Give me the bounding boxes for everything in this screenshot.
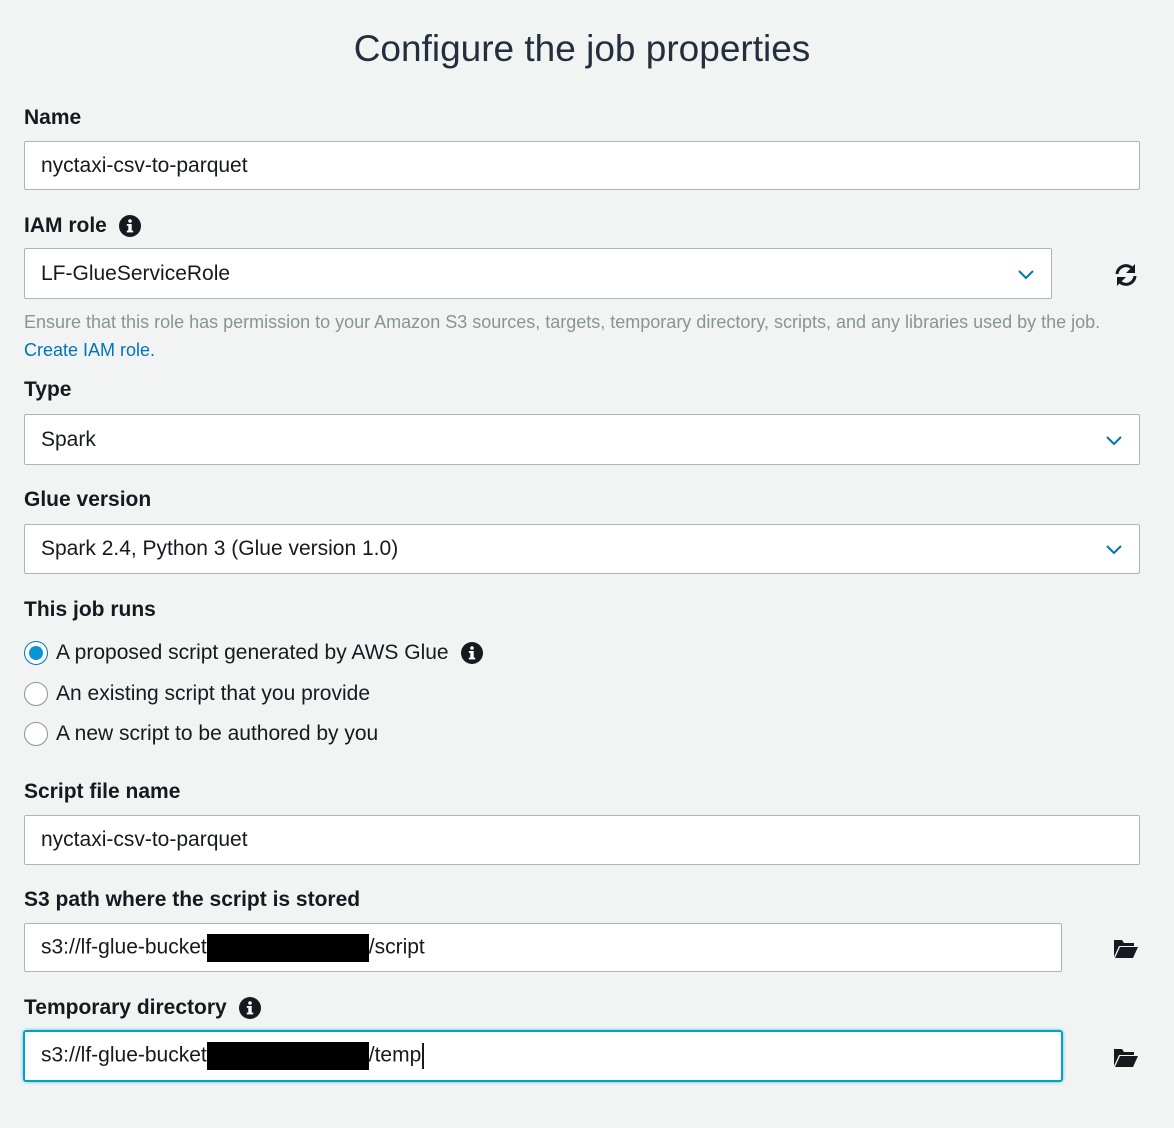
radio-button-checked[interactable] [24, 641, 48, 665]
radio-option-label: A proposed script generated by AWS Glue [56, 641, 449, 664]
page-title: Configure the job properties [353, 28, 811, 69]
type-select[interactable]: Spark [24, 414, 1140, 465]
script-file-name-input[interactable]: nyctaxi-csv-to-parquet [24, 815, 1140, 865]
radio-button[interactable] [24, 682, 48, 706]
iam-role-label: IAM role [24, 214, 141, 238]
s3-path-prefix: s3://lf-glue-bucket [41, 935, 207, 959]
s3-path-input[interactable]: s3://lf-glue-bucket/script [24, 923, 1062, 972]
temp-dir-label-text: Temporary directory [24, 996, 227, 1019]
radio-option-label: A new script to be authored by you [56, 722, 379, 745]
script-file-name-label: Script file name [24, 780, 180, 804]
s3-path-suffix: /script [368, 935, 425, 959]
info-icon[interactable] [460, 642, 483, 664]
temp-dir-input[interactable]: s3://lf-glue-bucket/temp [24, 1031, 1062, 1081]
name-input[interactable]: nyctaxi-csv-to-parquet [24, 141, 1140, 190]
chevron-down-icon [1018, 269, 1034, 279]
type-label-text: Type [24, 378, 72, 401]
type-select-value: Spark [41, 427, 96, 451]
iam-role-label-text: IAM role [24, 214, 107, 237]
temp-dir-label: Temporary directory [24, 996, 261, 1020]
name-label: Name [24, 106, 81, 130]
name-label-text: Name [24, 106, 82, 129]
chevron-down-icon [1106, 545, 1122, 555]
s3-path-value: s3://lf-glue-bucket/script [41, 933, 425, 962]
refresh-icon[interactable] [1113, 262, 1139, 288]
iam-role-select[interactable]: LF-GlueServiceRole [24, 248, 1052, 299]
script-file-name-value: nyctaxi-csv-to-parquet [41, 828, 248, 851]
job-runs-label: This job runs [24, 598, 156, 622]
redacted-block [206, 933, 369, 962]
create-iam-role-link[interactable]: Create IAM role. [24, 340, 155, 360]
type-label: Type [24, 378, 71, 402]
glue-version-select[interactable]: Spark 2.4, Python 3 (Glue version 1.0) [24, 524, 1140, 574]
iam-role-help-text: Ensure that this role has permission to … [24, 308, 1134, 364]
info-icon[interactable] [118, 215, 141, 237]
temp-dir-suffix: /temp [368, 1043, 422, 1067]
folder-open-icon[interactable] [1113, 1044, 1139, 1070]
radio-button[interactable] [24, 722, 48, 746]
glue-version-label-text: Glue version [24, 488, 152, 511]
radio-option-new-script[interactable]: A new script to be authored by you [24, 722, 378, 746]
glue-version-label: Glue version [24, 488, 151, 512]
info-icon[interactable] [238, 997, 261, 1019]
text-cursor [422, 1043, 425, 1069]
name-input-value: nyctaxi-csv-to-parquet [41, 153, 248, 177]
s3-path-label-text: S3 path where the script is stored [24, 888, 361, 911]
radio-option-proposed-script[interactable]: A proposed script generated by AWS Glue [24, 641, 483, 665]
iam-role-select-value: LF-GlueServiceRole [41, 261, 231, 285]
s3-path-label: S3 path where the script is stored [24, 888, 360, 912]
radio-option-existing-script[interactable]: An existing script that you provide [24, 682, 370, 706]
job-runs-label-text: This job runs [24, 598, 156, 621]
glue-version-select-value: Spark 2.4, Python 3 (Glue version 1.0) [41, 537, 399, 560]
iam-role-help-description: Ensure that this role has permission to … [24, 312, 1101, 332]
radio-option-label: An existing script that you provide [56, 682, 370, 705]
temp-dir-prefix: s3://lf-glue-bucket [41, 1043, 207, 1067]
temp-dir-value: s3://lf-glue-bucket/temp [41, 1042, 425, 1070]
folder-open-icon[interactable] [1113, 935, 1139, 961]
redacted-block [206, 1042, 369, 1070]
chevron-down-icon [1106, 435, 1122, 445]
script-file-name-label-text: Script file name [24, 780, 181, 803]
